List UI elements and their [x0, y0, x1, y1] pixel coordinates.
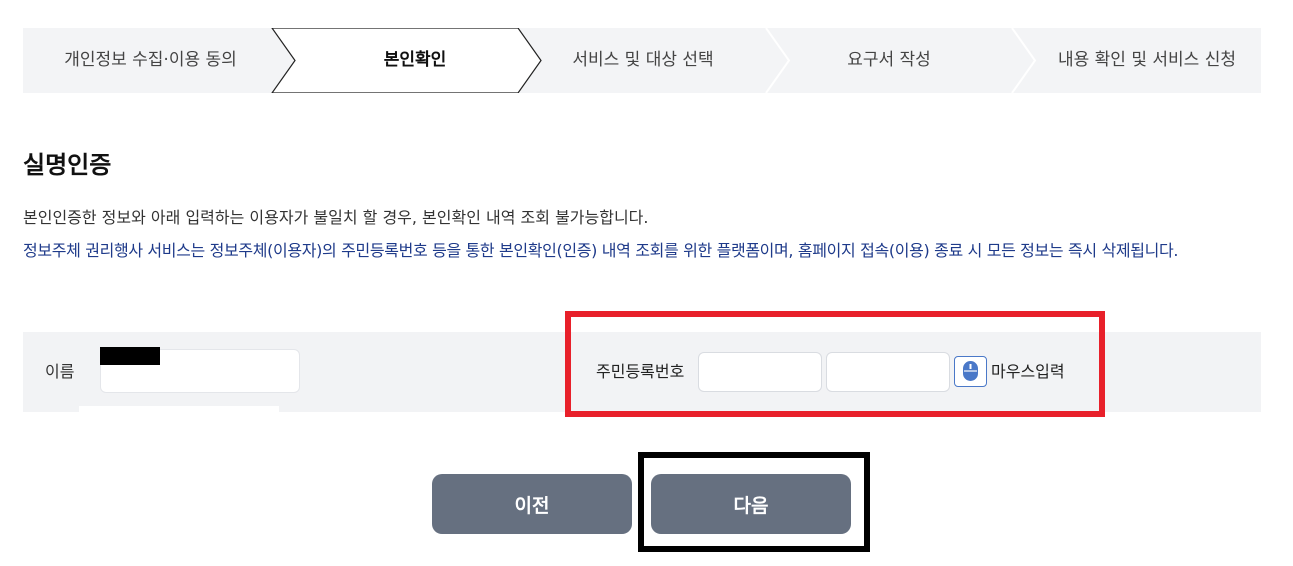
name-label: 이름	[45, 362, 75, 381]
notice-platform: 정보주체 권리행사 서비스는 정보주체(이용자)의 주민등록번호 등을 통한 본…	[23, 241, 1179, 260]
progress-stepper: 개인정보 수집·이용 동의 본인확인 서비스 및 대상 선택 요구서 작성 내용…	[23, 28, 1261, 93]
step-service-selection: 서비스 및 대상 선택	[572, 50, 714, 70]
step-privacy-consent: 개인정보 수집·이용 동의	[64, 50, 237, 70]
redaction-white	[79, 406, 279, 412]
redaction-bar	[100, 347, 160, 365]
step-request-writing: 요구서 작성	[847, 50, 931, 70]
rrn-highlight-box	[565, 311, 1105, 417]
step-identity-verification: 본인확인	[383, 50, 447, 70]
step-divider	[1011, 28, 1037, 93]
step-confirm-apply: 내용 확인 및 서비스 신청	[1057, 50, 1236, 70]
next-highlight-box	[638, 452, 870, 552]
prev-button[interactable]: 이전	[432, 474, 632, 534]
section-title: 실명인증	[23, 151, 112, 179]
notice-mismatch: 본인인증한 정보와 아래 입력하는 이용자가 불일치 할 경우, 본인확인 내역…	[23, 208, 649, 227]
